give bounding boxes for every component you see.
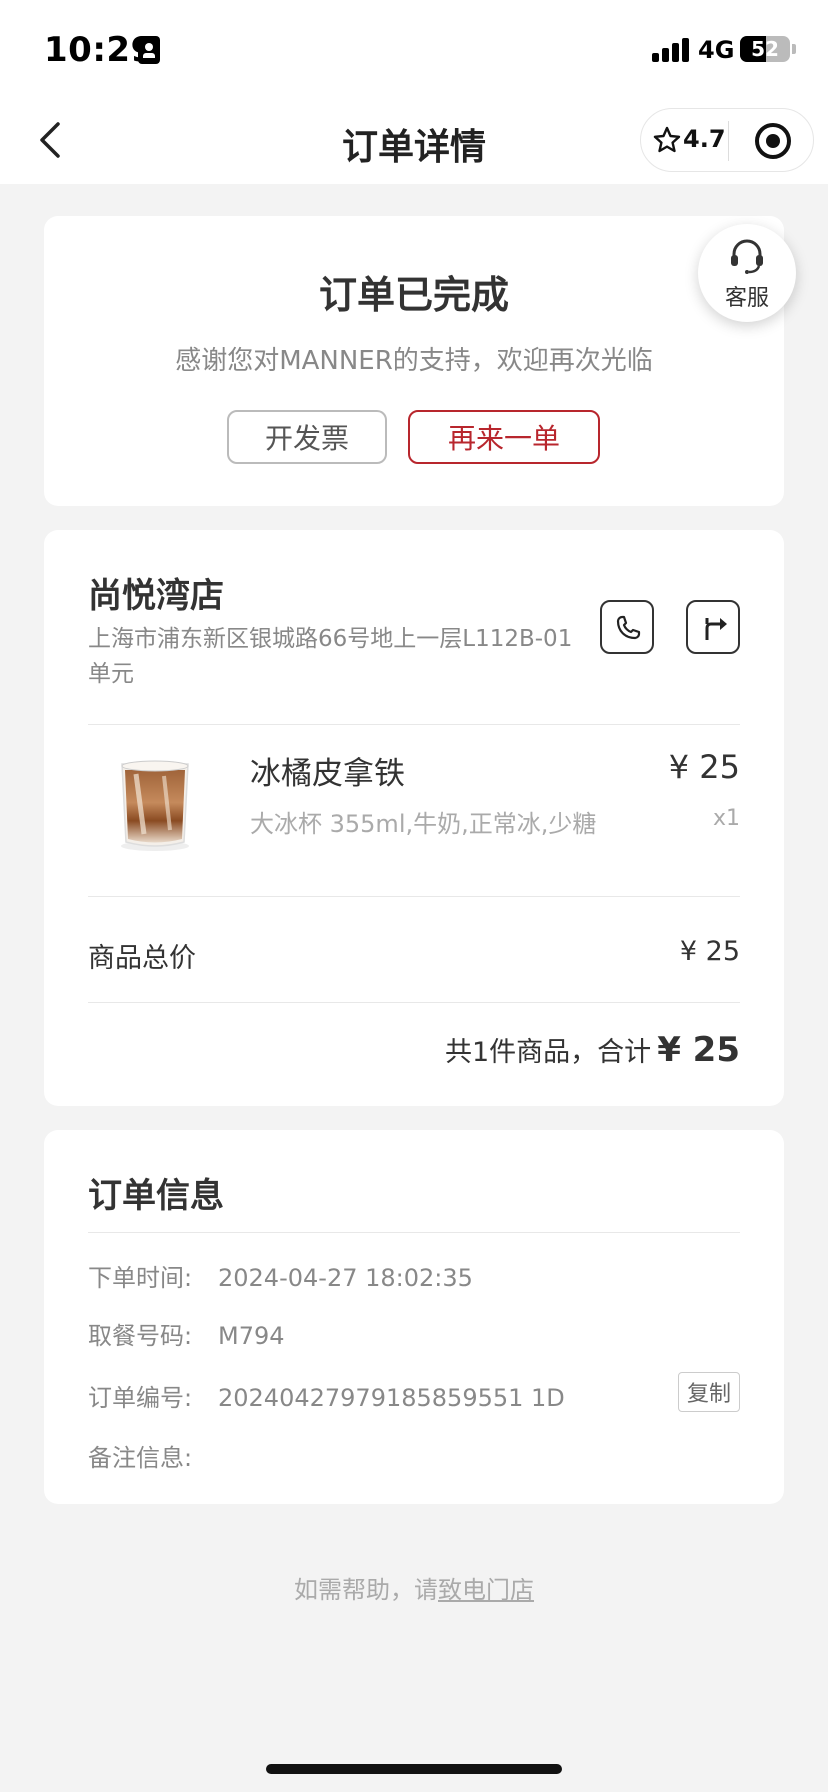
- total-prefix: 共1件商品，合计: [445, 1037, 652, 1068]
- order-status-title: 订单已完成: [318, 273, 509, 317]
- headset-icon: [731, 239, 763, 274]
- pickup-code-row: 取餐号码: M794: [88, 1316, 285, 1351]
- target-icon[interactable]: [755, 123, 791, 159]
- star-icon[interactable]: [653, 126, 681, 154]
- order-number-value: 20240427979185859551 1D: [218, 1384, 565, 1412]
- order-time-value: 2024-04-27 18:02:35: [218, 1264, 473, 1292]
- divider: [88, 896, 740, 897]
- subtotal-label: 商品总价: [88, 943, 196, 974]
- order-info-title: 订单信息: [88, 1176, 224, 1216]
- store-address: 上海市浦东新区银城路66号地上一层L112B-01单元: [88, 626, 573, 687]
- remarks-row: 备注信息:: [88, 1438, 218, 1473]
- battery-level: 52: [751, 37, 779, 61]
- remarks-label: 备注信息:: [88, 1444, 193, 1472]
- product-quantity: x1: [712, 806, 740, 831]
- directions-icon: [705, 618, 727, 640]
- status-bar: 10:29 4G 52: [0, 0, 828, 98]
- invoice-button[interactable]: 开发票: [227, 410, 387, 464]
- customer-service-label: 客服: [724, 286, 769, 311]
- product-price: ¥ 25: [668, 748, 740, 786]
- network-label: 4G: [698, 36, 735, 64]
- divider: [88, 1002, 740, 1003]
- divider: [88, 724, 740, 725]
- total-row: 共1件商品，合计 ¥ 25: [445, 1030, 740, 1070]
- total-amount: ¥ 25: [657, 1030, 740, 1070]
- signal-icon: [652, 38, 692, 62]
- store-card: 尚悦湾店 上海市浦东新区银城路66号地上一层L112B-01单元 冰橘皮拿铁 大…: [44, 530, 784, 1106]
- battery-cap: [792, 44, 796, 54]
- copy-order-number-button[interactable]: 复制: [678, 1372, 740, 1412]
- pickup-code-value: M794: [218, 1322, 285, 1350]
- capsule-divider: [728, 121, 729, 161]
- iced-latte-image: [121, 760, 189, 851]
- order-status-subtitle: 感谢您对MANNER的支持，欢迎再次光临: [175, 346, 653, 376]
- store-name: 尚悦湾店: [88, 576, 224, 616]
- miniapp-capsule: 4.7: [640, 108, 814, 172]
- rating-value[interactable]: 4.7: [683, 125, 726, 153]
- home-indicator[interactable]: [266, 1764, 562, 1774]
- order-number-label: 订单编号:: [88, 1384, 193, 1412]
- reorder-button[interactable]: 再来一单: [408, 410, 600, 464]
- phone-icon: [616, 615, 641, 640]
- subtotal-value: ¥ 25: [679, 936, 740, 967]
- order-status-card: 订单已完成 感谢您对MANNER的支持，欢迎再次光临 开发票 再来一单: [44, 216, 784, 506]
- contact-card-icon: [138, 36, 160, 64]
- pickup-code-label: 取餐号码:: [88, 1322, 193, 1350]
- call-store-link[interactable]: 致电门店: [438, 1576, 534, 1604]
- divider: [88, 1232, 740, 1233]
- order-time-row: 下单时间: 2024-04-27 18:02:35: [88, 1258, 473, 1293]
- help-text: 如需帮助，请致电门店: [0, 1570, 828, 1605]
- order-number-row: 订单编号: 20240427979185859551 1D: [88, 1378, 565, 1413]
- product-name: 冰橘皮拿铁: [250, 756, 405, 792]
- order-time-label: 下单时间:: [88, 1264, 193, 1292]
- nav-bar: 订单详情 4.7: [0, 98, 828, 184]
- customer-service-button[interactable]: 客服: [698, 224, 796, 322]
- help-prefix: 如需帮助，请: [294, 1576, 438, 1604]
- battery-icon: 52: [740, 36, 790, 62]
- product-spec: 大冰杯 355ml,牛奶,正常冰,少糖: [250, 810, 597, 838]
- directions-button[interactable]: [686, 600, 740, 654]
- order-info-card: 订单信息 下单时间: 2024-04-27 18:02:35 取餐号码: M794 …: [44, 1130, 784, 1504]
- call-store-button[interactable]: [600, 600, 654, 654]
